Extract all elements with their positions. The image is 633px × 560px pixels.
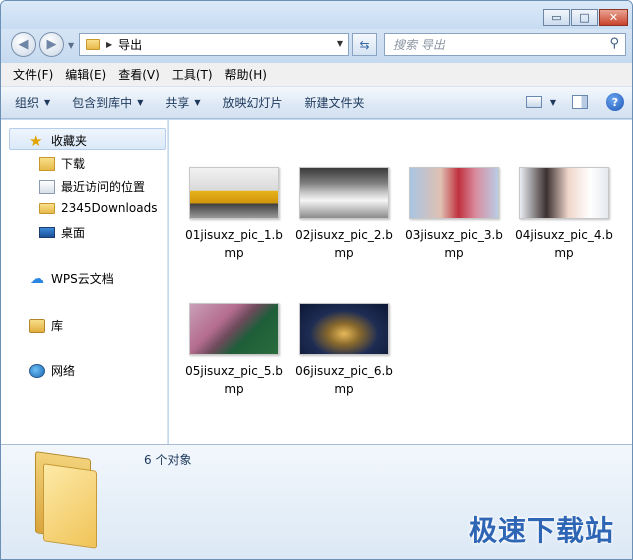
recent-pages-dropdown-icon[interactable]: ▼: [68, 41, 74, 50]
arrow-right-icon: ▶: [46, 37, 57, 52]
cloud-icon: ☁: [30, 270, 44, 287]
item-count: 6 个对象: [144, 453, 192, 467]
sidebar-item-favorites[interactable]: ★ 收藏夹: [29, 132, 87, 149]
menu-view[interactable]: 查看(V): [118, 66, 160, 83]
menu-bar: 文件(F) 编辑(E) 查看(V) 工具(T) 帮助(H): [1, 63, 632, 87]
title-bar[interactable]: ▭ □ ✕: [1, 1, 632, 29]
maximize-button[interactable]: □: [571, 9, 598, 26]
sidebar-item-label: 库: [51, 319, 64, 333]
sidebar-item-recent-places[interactable]: 最近访问的位置: [39, 178, 145, 195]
sidebar-item-2345downloads[interactable]: 2345Downloads: [39, 201, 157, 215]
address-path[interactable]: 导出: [118, 36, 142, 53]
file-name: 06jisuxz_pic_6.bmp: [295, 364, 393, 396]
file-item[interactable]: 06jisuxz_pic_6.bmp: [289, 303, 399, 398]
image-thumbnail: [189, 303, 279, 355]
downloads-folder-icon: [39, 156, 55, 171]
image-thumbnail: [189, 167, 279, 219]
navigation-pane: ★ 收藏夹 下载 最近访问的位置 2345Downloads 桌面 ☁ WPS云…: [1, 120, 168, 444]
menu-tools[interactable]: 工具(T): [172, 66, 213, 83]
chevron-down-icon: ▼: [194, 98, 201, 107]
details-pane: 6 个对象 极速下载站: [1, 444, 632, 559]
navigation-bar: ◀ ▶ ▼ ▶ 导出 ▼ ⇆ 搜索 导出 ⚲: [1, 29, 632, 63]
refresh-button[interactable]: ⇆: [352, 33, 377, 56]
chevron-down-icon: ▼: [44, 98, 51, 107]
search-icon[interactable]: ⚲: [609, 36, 619, 51]
include-in-library-button[interactable]: 包含到库中 ▼: [72, 94, 143, 111]
search-placeholder: 搜索 导出: [393, 38, 445, 52]
sidebar-item-label: 下载: [61, 157, 86, 171]
sidebar-item-label: 桌面: [61, 226, 86, 240]
change-view-icon[interactable]: [525, 96, 542, 108]
image-thumbnail: [409, 167, 499, 219]
sidebar-item-desktop[interactable]: 桌面: [39, 224, 85, 241]
organize-label: 组织: [15, 96, 40, 110]
organize-button[interactable]: 组织 ▼: [15, 94, 50, 111]
view-dropdown-icon[interactable]: ▼: [550, 98, 556, 107]
library-icon: [29, 318, 45, 333]
address-bar[interactable]: ▶ 导出 ▼: [79, 33, 349, 56]
back-button[interactable]: ◀: [11, 32, 36, 57]
new-folder-button[interactable]: 新建文件夹: [305, 94, 365, 111]
minimize-button[interactable]: ▭: [543, 9, 570, 26]
address-dropdown-icon[interactable]: ▼: [337, 39, 343, 48]
new-folder-label: 新建文件夹: [304, 96, 365, 110]
menu-edit[interactable]: 编辑(E): [65, 66, 106, 83]
desktop-icon: [39, 227, 55, 238]
preview-pane-icon[interactable]: [572, 95, 588, 109]
menu-file[interactable]: 文件(F): [13, 66, 53, 83]
slideshow-label: 放映幻灯片: [222, 96, 283, 110]
image-thumbnail: [299, 167, 389, 219]
sidebar-item-wps-cloud[interactable]: ☁ WPS云文档: [29, 270, 114, 287]
folder-icon: [35, 451, 97, 549]
share-button[interactable]: 共享 ▼: [165, 94, 200, 111]
watermark-logo: 极速下载站: [468, 514, 614, 547]
sidebar-item-network[interactable]: 网络: [29, 362, 75, 379]
share-label: 共享: [165, 96, 190, 110]
search-input[interactable]: 搜索 导出 ⚲: [384, 33, 626, 56]
file-name: 01jisuxz_pic_1.bmp: [185, 228, 283, 260]
sidebar-item-label: 收藏夹: [51, 134, 88, 148]
file-item[interactable]: 04jisuxz_pic_4.bmp: [509, 167, 619, 262]
include-in-library-label: 包含到库中: [72, 96, 133, 110]
sidebar-item-label: 2345Downloads: [61, 201, 158, 215]
chevron-down-icon: ▼: [137, 98, 144, 107]
explorer-window: ▭ □ ✕ ◀ ▶ ▼ ▶ 导出 ▼ ⇆ 搜索 导出 ⚲ 文件(F) 编辑(E)…: [0, 0, 633, 560]
file-list: 01jisuxz_pic_1.bmp 02jisuxz_pic_2.bmp 03…: [169, 120, 632, 444]
command-bar: 组织 ▼ 包含到库中 ▼ 共享 ▼ 放映幻灯片 新建文件夹 ▼ ?: [1, 87, 632, 119]
image-thumbnail: [519, 167, 609, 219]
caption-buttons: ▭ □ ✕: [542, 9, 628, 26]
file-name: 04jisuxz_pic_4.bmp: [515, 228, 613, 260]
file-item[interactable]: 01jisuxz_pic_1.bmp: [179, 167, 289, 262]
file-item[interactable]: 03jisuxz_pic_3.bmp: [399, 167, 509, 262]
menu-help[interactable]: 帮助(H): [225, 66, 267, 83]
sidebar-item-label: 网络: [51, 364, 76, 378]
forward-button[interactable]: ▶: [39, 32, 64, 57]
file-item[interactable]: 02jisuxz_pic_2.bmp: [289, 167, 399, 262]
file-name: 02jisuxz_pic_2.bmp: [295, 228, 393, 260]
network-icon: [29, 363, 45, 378]
file-name: 03jisuxz_pic_3.bmp: [405, 228, 503, 260]
folder-icon: [39, 202, 55, 214]
refresh-icon: ⇆: [359, 37, 370, 52]
arrow-left-icon: ◀: [18, 37, 29, 52]
sidebar-item-label: 最近访问的位置: [61, 180, 146, 194]
toolbar-right: ▼ ?: [525, 93, 624, 111]
slideshow-button[interactable]: 放映幻灯片: [223, 94, 283, 111]
image-thumbnail: [299, 303, 389, 355]
sidebar-item-libraries[interactable]: 库: [29, 317, 63, 334]
close-button[interactable]: ✕: [599, 9, 628, 26]
recent-places-icon: [39, 179, 55, 194]
sidebar-item-label: WPS云文档: [51, 272, 114, 286]
chevron-right-icon[interactable]: ▶: [106, 40, 112, 49]
file-name: 05jisuxz_pic_5.bmp: [185, 364, 283, 396]
file-item[interactable]: 05jisuxz_pic_5.bmp: [179, 303, 289, 398]
sidebar-item-downloads[interactable]: 下载: [39, 155, 85, 172]
folder-icon: [86, 39, 100, 50]
help-icon[interactable]: ?: [606, 93, 624, 111]
star-icon: ★: [29, 131, 43, 150]
